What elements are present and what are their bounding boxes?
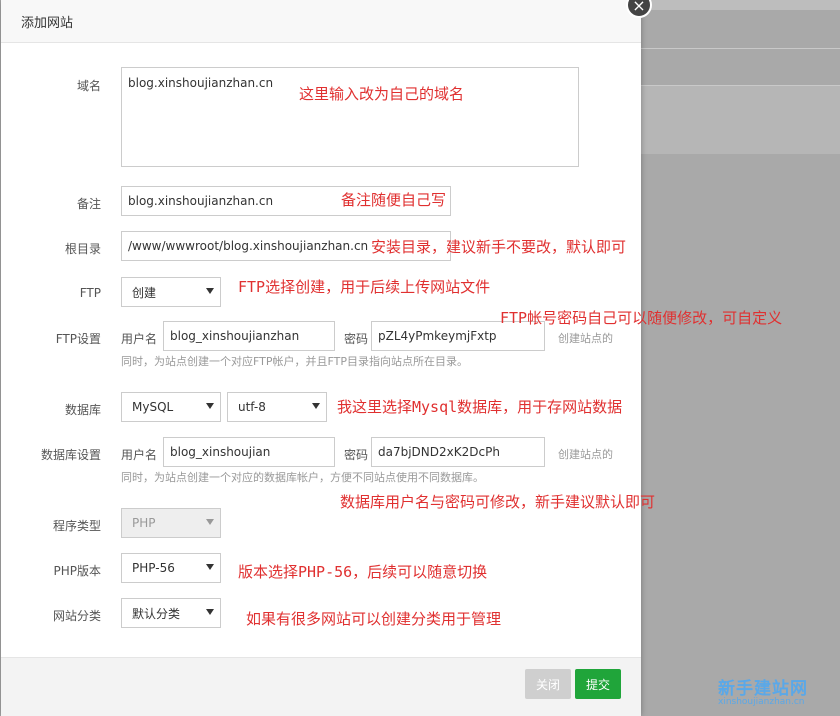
dialog-footer: 关闭 提交 <box>1 657 641 716</box>
annotation-ftp-settings: FTP帐号密码自己可以随便修改，可自定义 <box>500 309 783 327</box>
ftp-password-label: 密码 <box>344 332 369 346</box>
ftp-side-hint: 创建站点的 <box>558 332 613 345</box>
program-type-value: PHP <box>132 516 156 530</box>
ftp-username-input[interactable] <box>163 321 335 351</box>
background-page-bar <box>640 0 840 10</box>
chevron-down-icon <box>206 288 214 294</box>
ftp-username-label: 用户名 <box>121 332 158 346</box>
annotation-php-version: 版本选择PHP-56，后续可以随意切换 <box>238 563 488 581</box>
category-value: 默认分类 <box>132 606 181 621</box>
program-type-label: 程序类型 <box>52 519 101 533</box>
submit-button[interactable]: 提交 <box>575 669 621 699</box>
chevron-down-icon <box>312 403 320 409</box>
annotation-remark: 备注随便自己写 <box>341 191 447 209</box>
annotation-db-settings: 数据库用户名与密码可修改，新手建议默认即可 <box>340 493 656 511</box>
db-settings-label: 数据库设置 <box>40 448 101 462</box>
watermark-title: 新手建站网 <box>718 679 808 699</box>
chevron-down-icon <box>206 564 214 570</box>
charset-select-value: utf-8 <box>238 400 266 414</box>
ftp-settings-label: FTP设置 <box>55 332 101 346</box>
db-password-label: 密码 <box>344 448 369 462</box>
domain-label: 域名 <box>76 79 101 93</box>
php-version-label: PHP版本 <box>53 564 102 578</box>
db-password-input[interactable] <box>371 437 545 467</box>
annotation-database: 我这里选择Mysql数据库，用于存网站数据 <box>337 398 623 416</box>
dialog-title: 添加网站 <box>21 15 74 31</box>
php-version-select[interactable]: PHP-56 <box>121 553 221 583</box>
charset-select[interactable]: utf-8 <box>227 392 327 422</box>
close-button[interactable]: 关闭 <box>525 669 571 699</box>
ftp-select[interactable]: 创建 <box>121 277 221 307</box>
database-select-value: MySQL <box>132 400 174 414</box>
database-label: 数据库 <box>64 403 101 417</box>
watermark-url: xinshoujianzhan.cn <box>718 697 805 707</box>
domain-value: blog.xinshoujianzhan.cn <box>128 76 274 90</box>
db-hint: 同时，为站点创建一个对应的数据库帐户，方便不同站点使用不同数据库。 <box>121 471 484 484</box>
chevron-down-icon <box>206 609 214 615</box>
annotation-domain: 这里输入改为自己的域名 <box>299 85 465 103</box>
background-divider <box>640 48 840 49</box>
db-username-input[interactable] <box>163 437 335 467</box>
root-dir-label: 根目录 <box>64 242 101 256</box>
annotation-ftp: FTP选择创建，用于后续上传网站文件 <box>238 278 491 296</box>
chevron-down-icon <box>206 519 214 525</box>
php-version-value: PHP-56 <box>132 561 175 575</box>
db-side-hint: 创建站点的 <box>558 448 613 461</box>
category-select[interactable]: 默认分类 <box>121 598 221 628</box>
category-label: 网站分类 <box>52 609 101 623</box>
annotation-category: 如果有很多网站可以创建分类用于管理 <box>246 610 502 628</box>
database-select[interactable]: MySQL <box>121 392 221 422</box>
ftp-label: FTP <box>79 286 101 300</box>
chevron-down-icon <box>206 403 214 409</box>
program-type-select: PHP <box>121 508 221 538</box>
ftp-select-value: 创建 <box>132 285 157 300</box>
ftp-hint: 同时，为站点创建一个对应FTP帐户，并且FTP目录指向站点所在目录。 <box>121 355 468 368</box>
annotation-root: 安装目录，建议新手不要改，默认即可 <box>371 238 627 256</box>
dialog-header: 添加网站 <box>1 0 641 43</box>
remark-label: 备注 <box>76 197 101 211</box>
background-panel <box>640 86 840 154</box>
db-username-label: 用户名 <box>121 448 158 462</box>
